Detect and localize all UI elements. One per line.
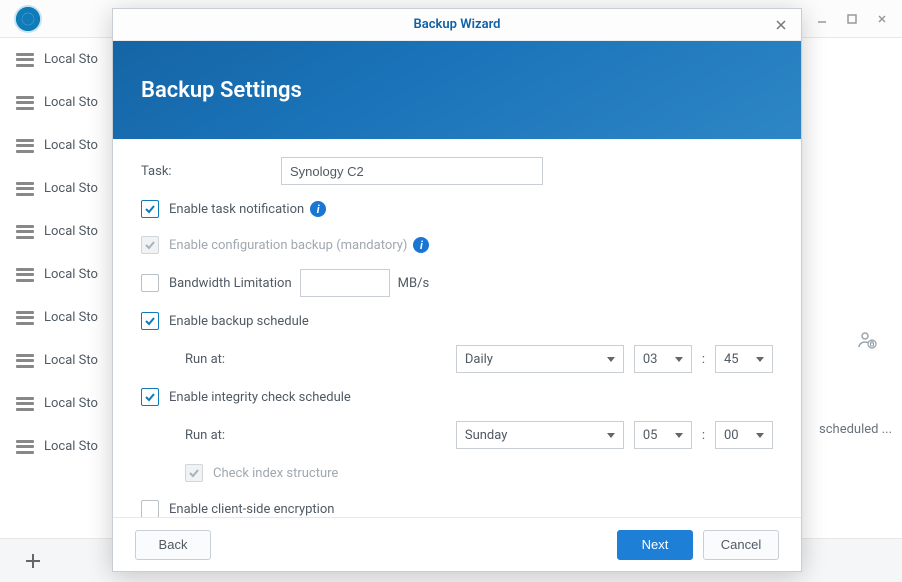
enable-notification-checkbox[interactable] — [141, 200, 159, 218]
time-colon: : — [702, 352, 705, 367]
time-colon: : — [702, 428, 705, 443]
info-icon[interactable]: i — [413, 237, 429, 253]
check-index-label: Check index structure — [213, 466, 338, 481]
select-value: Sunday — [465, 428, 508, 443]
storage-icon — [16, 139, 34, 153]
check-index-checkbox — [185, 464, 203, 482]
sidebar-item-label: Local Sto — [44, 267, 98, 282]
schedule-frequency-select[interactable]: Daily — [456, 345, 624, 373]
modal-heading: Backup Settings — [141, 78, 302, 103]
chevron-down-icon — [607, 357, 615, 362]
schedule-minute-select[interactable]: 45 — [715, 345, 773, 373]
modal-close-button[interactable] — [771, 15, 791, 35]
sidebar-item-label: Local Sto — [44, 52, 98, 67]
lock-user-icon[interactable] — [857, 330, 877, 354]
bandwidth-input[interactable] — [300, 269, 390, 297]
storage-icon — [16, 53, 34, 67]
chevron-down-icon — [607, 433, 615, 438]
sidebar-item-label: Local Sto — [44, 138, 98, 153]
enable-integrity-label: Enable integrity check schedule — [169, 390, 351, 405]
run-at-label: Run at: — [185, 352, 431, 367]
enable-schedule-checkbox[interactable] — [141, 312, 159, 330]
sidebar-item-label: Local Sto — [44, 439, 98, 454]
next-button[interactable]: Next — [617, 530, 693, 560]
integrity-day-select[interactable]: Sunday — [456, 421, 624, 449]
bandwidth-label: Bandwidth Limitation — [169, 276, 292, 291]
chevron-down-icon — [756, 357, 764, 362]
modal-titlebar: Backup Wizard — [113, 9, 801, 41]
window-minimize-button[interactable] — [810, 7, 834, 31]
enable-encryption-label: Enable client-side encryption — [169, 502, 334, 517]
chevron-down-icon — [756, 433, 764, 438]
storage-icon — [16, 397, 34, 411]
storage-icon — [16, 354, 34, 368]
select-value: Daily — [465, 352, 493, 367]
storage-icon — [16, 225, 34, 239]
scheduled-text: scheduled ... — [819, 422, 892, 437]
schedule-hour-select[interactable]: 03 — [634, 345, 692, 373]
chevron-down-icon — [675, 357, 683, 362]
add-button[interactable] — [14, 546, 52, 576]
sidebar-item-label: Local Sto — [44, 224, 98, 239]
sidebar-item-label: Local Sto — [44, 95, 98, 110]
integrity-hour-select[interactable]: 05 — [634, 421, 692, 449]
backup-wizard-modal: Backup Wizard Backup Settings Task: Enab… — [112, 8, 802, 572]
integrity-minute-select[interactable]: 00 — [715, 421, 773, 449]
task-input[interactable] — [281, 157, 543, 185]
enable-encryption-checkbox[interactable] — [141, 500, 159, 517]
select-value: 05 — [643, 428, 658, 443]
select-value: 00 — [724, 428, 739, 443]
storage-icon — [16, 182, 34, 196]
enable-schedule-label: Enable backup schedule — [169, 314, 309, 329]
integrity-run-at-label: Run at: — [185, 428, 431, 443]
enable-notification-label: Enable task notification — [169, 202, 304, 217]
enable-config-backup-checkbox — [141, 236, 159, 254]
modal-title: Backup Wizard — [414, 17, 501, 32]
sidebar-item-label: Local Sto — [44, 181, 98, 196]
sidebar-item-label: Local Sto — [44, 310, 98, 325]
bandwidth-checkbox[interactable] — [141, 274, 159, 292]
window-maximize-button[interactable] — [840, 7, 864, 31]
back-button[interactable]: Back — [135, 530, 211, 560]
chevron-down-icon — [675, 433, 683, 438]
enable-integrity-checkbox[interactable] — [141, 388, 159, 406]
select-value: 45 — [724, 352, 739, 367]
storage-icon — [16, 96, 34, 110]
sidebar-item-label: Local Sto — [44, 353, 98, 368]
select-value: 03 — [643, 352, 658, 367]
app-logo-icon — [14, 5, 42, 33]
window-close-button[interactable] — [870, 7, 894, 31]
enable-config-backup-label: Enable configuration backup (mandatory) — [169, 238, 407, 253]
bandwidth-unit: MB/s — [398, 276, 430, 291]
modal-banner: Backup Settings — [113, 41, 801, 139]
storage-icon — [16, 440, 34, 454]
info-icon[interactable]: i — [310, 201, 326, 217]
storage-icon — [16, 268, 34, 282]
storage-icon — [16, 311, 34, 325]
cancel-button[interactable]: Cancel — [703, 530, 779, 560]
task-label: Task: — [141, 164, 281, 179]
sidebar-item-label: Local Sto — [44, 396, 98, 411]
